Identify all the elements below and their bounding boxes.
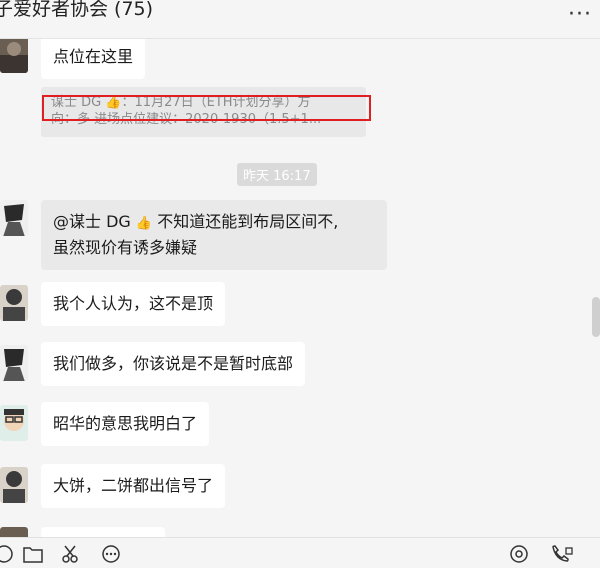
message-text: 昭华的意思我明白了: [53, 414, 198, 433]
scrollbar[interactable]: [592, 297, 600, 337]
message-bubble[interactable]: 大饼，二饼都出信号了: [41, 464, 226, 508]
chat-header: 子爱好者协会 (75) ···: [0, 0, 600, 39]
more-icon[interactable]: [100, 544, 122, 566]
folder-icon[interactable]: [22, 544, 44, 566]
message-bubble[interactable]: 点位在这里: [41, 39, 146, 79]
avatar[interactable]: [0, 527, 28, 537]
avatar[interactable]: [0, 285, 28, 321]
message-text: 我个人认为，这不是顶: [53, 294, 214, 313]
avatar[interactable]: [0, 200, 28, 236]
live-icon[interactable]: [508, 544, 530, 566]
thumbs-up-icon: 👍: [135, 216, 153, 231]
message-text: 我们做多，你该说是不是暂时底部: [53, 354, 294, 373]
emoji-icon[interactable]: [0, 544, 16, 566]
quote-line-1: 谋士 DG 👍：11月27日（ETH计划分享）方: [51, 95, 311, 110]
more-options-icon[interactable]: ···: [568, 2, 592, 27]
message-text: 不知道还能到布局区间不,: [157, 212, 339, 231]
message-list[interactable]: 点位在这里 谋士 DG 👍：11月27日（ETH计划分享）方 向：多 进场点位建…: [0, 39, 600, 537]
message-text: 点位在这里: [53, 47, 134, 66]
avatar[interactable]: [0, 345, 28, 381]
message-text: 虽然现价有诱多嫌疑: [53, 238, 198, 257]
mention-text: @谋士 DG: [53, 212, 131, 231]
chat-title: 子爱好者协会 (75): [0, 0, 154, 20]
message-bubble[interactable]: 我个人认为，这不是顶: [41, 282, 226, 326]
timestamp: 昨天 16:17: [237, 163, 317, 186]
input-toolbar: [0, 537, 600, 565]
message-bubble[interactable]: 昭华的意思我明白了: [41, 402, 210, 446]
message-text: 大饼，二饼都出信号了: [53, 476, 214, 495]
avatar[interactable]: [0, 39, 28, 73]
message-bubble[interactable]: @谋士 DG 👍 不知道还能到布局区间不, 虽然现价有诱多嫌疑: [41, 200, 387, 270]
video-call-icon[interactable]: [550, 544, 573, 566]
message-bubble[interactable]: 我们做多，你该说是不是暂时底部: [41, 342, 306, 386]
message-bubble[interactable]: [41, 527, 165, 537]
avatar[interactable]: [0, 467, 28, 503]
avatar[interactable]: [0, 405, 28, 441]
quoted-message[interactable]: 谋士 DG 👍：11月27日（ETH计划分享）方 向：多 进场点位建议：2020…: [41, 87, 366, 137]
quote-line-2: 向：多 进场点位建议：2020-1930（1.5+1...: [51, 112, 322, 127]
scissors-icon[interactable]: [60, 544, 82, 566]
